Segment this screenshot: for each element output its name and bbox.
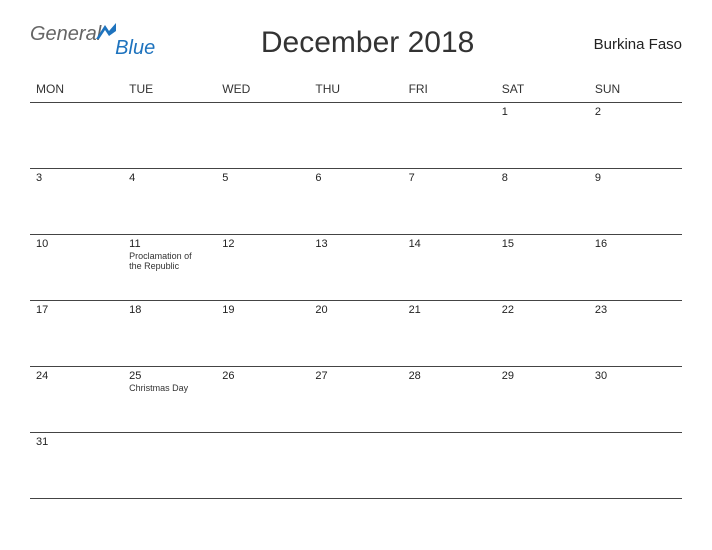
day-number: 18 xyxy=(129,304,210,316)
calendar-table: MON TUE WED THU FRI SAT SUN 123456789101… xyxy=(30,78,682,499)
calendar-day-cell: 5 xyxy=(216,169,309,235)
logo-word-1: General xyxy=(30,24,101,44)
day-number: 11 xyxy=(129,238,210,250)
day-number: 22 xyxy=(502,304,583,316)
day-number: 26 xyxy=(222,370,303,382)
country-label: Burkina Faso xyxy=(572,36,682,53)
day-number: 2 xyxy=(595,106,676,118)
day-number: 9 xyxy=(595,172,676,184)
calendar-day-cell xyxy=(216,433,309,499)
calendar-day-cell: 3 xyxy=(30,169,123,235)
calendar-day-cell: 7 xyxy=(403,169,496,235)
day-number: 24 xyxy=(36,370,117,382)
calendar-week-row: 31 xyxy=(30,433,682,499)
day-number: 17 xyxy=(36,304,117,316)
calendar-day-cell: 9 xyxy=(589,169,682,235)
calendar-week-row: 17 18 19 20 21 22 23 xyxy=(30,301,682,367)
calendar-day-cell: 30 xyxy=(589,367,682,433)
event-label: Christmas Day xyxy=(129,383,202,393)
calendar-day-cell xyxy=(403,103,496,169)
calendar-day-cell: 10 xyxy=(30,235,123,301)
calendar-day-cell: 24 xyxy=(30,367,123,433)
calendar-day-cell: 16 xyxy=(589,235,682,301)
calendar-day-cell: 25Christmas Day xyxy=(123,367,216,433)
day-number: 4 xyxy=(129,172,210,184)
calendar-day-cell: 31 xyxy=(30,433,123,499)
day-number: 3 xyxy=(36,172,117,184)
day-number: 30 xyxy=(595,370,676,382)
calendar-week-row: 10 11Proclamation of the Republic 12 13 14 15… xyxy=(30,235,682,301)
day-header: THU xyxy=(309,78,402,103)
calendar-day-cell: 15 xyxy=(496,235,589,301)
day-header-row: MON TUE WED THU FRI SAT SUN xyxy=(30,78,682,103)
calendar-day-cell xyxy=(123,433,216,499)
day-number: 23 xyxy=(595,304,676,316)
calendar-week-row: 12 xyxy=(30,103,682,169)
day-header: SAT xyxy=(496,78,589,103)
calendar-day-cell: 22 xyxy=(496,301,589,367)
day-number: 28 xyxy=(409,370,490,382)
calendar-day-cell xyxy=(403,433,496,499)
day-number: 14 xyxy=(409,238,490,250)
calendar-day-cell: 8 xyxy=(496,169,589,235)
day-number: 6 xyxy=(315,172,396,184)
day-header: FRI xyxy=(403,78,496,103)
day-number: 8 xyxy=(502,172,583,184)
logo: General Blue xyxy=(30,24,163,44)
day-number: 31 xyxy=(36,436,117,448)
calendar-day-cell: 11Proclamation of the Republic xyxy=(123,235,216,301)
calendar-day-cell: 18 xyxy=(123,301,216,367)
calendar-day-cell: 1 xyxy=(496,103,589,169)
calendar-day-cell: 20 xyxy=(309,301,402,367)
calendar-day-cell: 6 xyxy=(309,169,402,235)
day-number: 25 xyxy=(129,370,210,382)
calendar-day-cell: 14 xyxy=(403,235,496,301)
calendar-day-cell xyxy=(216,103,309,169)
day-header: WED xyxy=(216,78,309,103)
calendar-day-cell: 27 xyxy=(309,367,402,433)
day-number: 29 xyxy=(502,370,583,382)
day-number: 10 xyxy=(36,238,117,250)
header: General Blue December 2018 Burkina Faso xyxy=(30,24,682,60)
day-number: 15 xyxy=(502,238,583,250)
day-number: 13 xyxy=(315,238,396,250)
calendar-day-cell: 26 xyxy=(216,367,309,433)
calendar-day-cell: 28 xyxy=(403,367,496,433)
day-number: 16 xyxy=(595,238,676,250)
day-number: 27 xyxy=(315,370,396,382)
calendar-day-cell: 21 xyxy=(403,301,496,367)
day-number: 7 xyxy=(409,172,490,184)
day-header: SUN xyxy=(589,78,682,103)
day-header: MON xyxy=(30,78,123,103)
day-number: 20 xyxy=(315,304,396,316)
day-number: 21 xyxy=(409,304,490,316)
day-number: 19 xyxy=(222,304,303,316)
calendar-day-cell: 29 xyxy=(496,367,589,433)
calendar-day-cell: 2 xyxy=(589,103,682,169)
calendar-day-cell xyxy=(589,433,682,499)
logo-word-2: Blue xyxy=(115,38,155,58)
day-number: 1 xyxy=(502,106,583,118)
calendar-week-row: 3456 789 xyxy=(30,169,682,235)
day-number: 5 xyxy=(222,172,303,184)
calendar-day-cell xyxy=(309,103,402,169)
calendar-day-cell: 17 xyxy=(30,301,123,367)
logo-arrow-icon xyxy=(95,22,117,40)
calendar-day-cell xyxy=(496,433,589,499)
calendar-day-cell xyxy=(30,103,123,169)
calendar-day-cell: 4 xyxy=(123,169,216,235)
day-header: TUE xyxy=(123,78,216,103)
calendar-week-row: 24 25Christmas Day 26 27 28 29 30 xyxy=(30,367,682,433)
calendar-day-cell: 12 xyxy=(216,235,309,301)
day-number: 12 xyxy=(222,238,303,250)
calendar-day-cell xyxy=(123,103,216,169)
calendar-day-cell: 23 xyxy=(589,301,682,367)
calendar-day-cell xyxy=(309,433,402,499)
calendar-day-cell: 19 xyxy=(216,301,309,367)
calendar-day-cell: 13 xyxy=(309,235,402,301)
page-title: December 2018 xyxy=(163,26,572,60)
event-label: Proclamation of the Republic xyxy=(129,251,202,272)
